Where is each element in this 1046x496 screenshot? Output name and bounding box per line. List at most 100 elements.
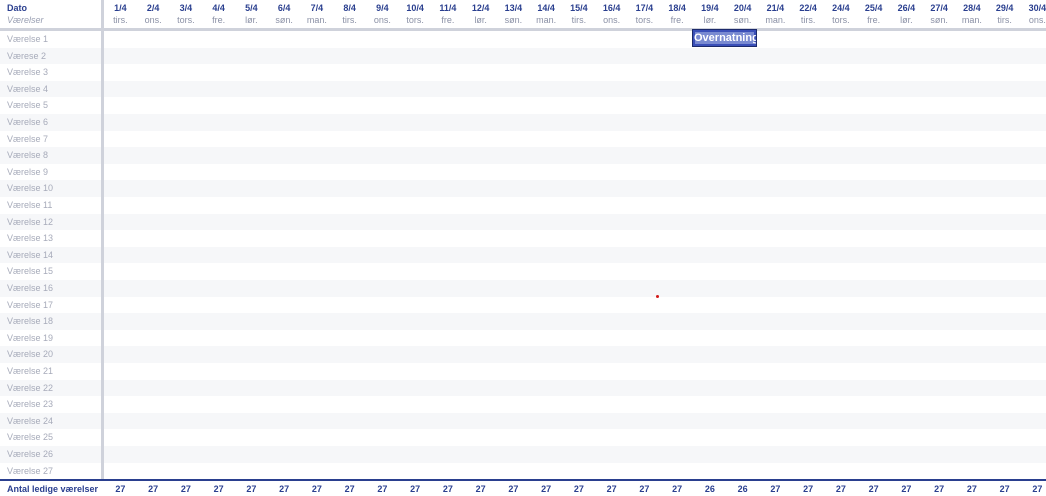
date-label: 2/4	[146, 3, 160, 13]
room-row[interactable]: Værelse 18	[0, 313, 1046, 330]
weekday-label: man.	[306, 15, 327, 25]
header-divider	[0, 28, 1046, 31]
room-row[interactable]: Værelse 23	[0, 396, 1046, 413]
room-label: Værelse 21	[7, 366, 54, 376]
date-column-header[interactable]: 30/4 ons.	[1021, 0, 1046, 28]
room-label: Værelse 22	[7, 382, 54, 393]
date-column-header[interactable]: 18/4 fre.	[661, 0, 694, 28]
room-row[interactable]: Værelse 21	[0, 363, 1046, 380]
room-row[interactable]: Værelse 17	[0, 297, 1046, 314]
cursor-dot	[656, 295, 659, 298]
room-row[interactable]: Værelse 20	[0, 346, 1046, 363]
room-row[interactable]: Værese 2	[0, 47, 1046, 65]
room-row[interactable]: Værelse 11	[0, 197, 1046, 214]
available-count: 27	[115, 484, 126, 494]
weekday-label: man.	[961, 15, 982, 25]
room-row[interactable]: Værelse 16	[0, 280, 1046, 297]
available-count: 27	[541, 484, 552, 494]
date-column-header[interactable]: 4/4 fre.	[202, 0, 235, 28]
room-row[interactable]: Værelse 6	[0, 114, 1046, 131]
room-row[interactable]: Værelse 1	[0, 31, 1046, 48]
room-row[interactable]: Værelse 10	[0, 180, 1046, 197]
room-row[interactable]: Værelse 26	[0, 446, 1046, 463]
date-column-header[interactable]: 24/4 tors.	[825, 0, 858, 28]
room-row[interactable]: Værelse 22	[0, 379, 1046, 397]
room-row[interactable]: Værelse 7	[0, 131, 1046, 148]
date-column-header[interactable]: 9/4 ons.	[366, 0, 399, 28]
available-count: 27	[868, 484, 879, 494]
room-row[interactable]: Værelse 4	[0, 80, 1046, 98]
room-row[interactable]: Værelse 9	[0, 164, 1046, 181]
room-row[interactable]: Værelse 25	[0, 429, 1046, 446]
room-row[interactable]: Værelse 19	[0, 330, 1046, 347]
date-column-header[interactable]: 19/4 lør.	[694, 0, 727, 28]
rooms-header-label: Værelser	[7, 15, 44, 25]
date-column-header[interactable]: 22/4 tirs.	[792, 0, 825, 28]
room-row[interactable]: Værelse 3	[0, 64, 1046, 81]
weekday-label: søn.	[275, 15, 293, 25]
available-count: 27	[377, 484, 388, 494]
room-label: Værelse 15	[7, 266, 54, 277]
room-row[interactable]: Værelse 8	[0, 147, 1046, 164]
date-column-header[interactable]: 29/4 tirs.	[988, 0, 1021, 28]
date-label: 13/4	[504, 3, 523, 13]
date-label: 12/4	[471, 3, 490, 13]
date-column-header[interactable]: 3/4 tors.	[170, 0, 203, 28]
weekday-label: man.	[765, 15, 786, 25]
room-label: Værelse 18	[7, 316, 54, 327]
room-label: Værelse 11	[7, 200, 53, 210]
date-column-header[interactable]: 15/4 tirs.	[563, 0, 596, 28]
date-column-header[interactable]: 5/4 lør.	[235, 0, 268, 28]
date-column-header[interactable]: 16/4 ons.	[595, 0, 628, 28]
booking-overnatning[interactable]: Overnatning	[692, 29, 757, 47]
date-header-label: Dato	[7, 3, 27, 13]
room-row[interactable]: Værelse 12	[0, 213, 1046, 231]
available-count: 27	[508, 484, 519, 494]
date-label: 6/4	[277, 3, 291, 13]
room-row[interactable]: Værelse 27	[0, 463, 1046, 480]
date-column-header[interactable]: 8/4 tirs.	[333, 0, 366, 28]
room-row[interactable]: Værelse 5	[0, 97, 1046, 114]
date-label: 5/4	[245, 3, 258, 13]
room-label: Værelse 1	[7, 34, 49, 44]
room-label: Værelse 20	[7, 349, 54, 360]
room-row[interactable]: Værelse 14	[0, 246, 1046, 264]
weekday-label: ons.	[603, 15, 621, 25]
date-column-header[interactable]: 20/4 søn.	[726, 0, 759, 28]
available-count: 27	[999, 484, 1010, 494]
room-row[interactable]: Værelse 15	[0, 263, 1046, 280]
available-count: 27	[966, 484, 977, 494]
date-column-header[interactable]: 2/4 ons.	[137, 0, 170, 28]
date-column-header[interactable]: 10/4 tors.	[399, 0, 432, 28]
weekday-label: ons.	[373, 15, 391, 25]
date-column-header[interactable]: 6/4 søn.	[268, 0, 301, 28]
date-label: 8/4	[343, 3, 356, 13]
available-count: 27	[901, 484, 912, 494]
date-column-header[interactable]: 25/4 fre.	[857, 0, 890, 28]
room-label: Værelse 16	[7, 283, 54, 293]
weekday-label: fre.	[670, 15, 684, 25]
date-column-header[interactable]: 1/4 tirs.	[104, 0, 137, 28]
available-count: 27	[344, 484, 355, 494]
date-column-header[interactable]: 28/4 man.	[956, 0, 989, 28]
room-label: Værelse 8	[7, 150, 49, 161]
weekday-label: søn.	[504, 15, 523, 25]
date-column-header[interactable]: 26/4 lør.	[890, 0, 923, 28]
room-label: Værelse 12	[7, 216, 54, 227]
date-column-header[interactable]: 21/4 man.	[759, 0, 792, 28]
date-column-header[interactable]: 27/4 søn.	[923, 0, 956, 28]
room-row[interactable]: Værelse 13	[0, 230, 1046, 247]
room-label: Værelse 6	[7, 117, 49, 127]
booking-label: Overnatning	[694, 32, 757, 44]
footer-divider	[0, 479, 1046, 481]
room-label: Værelse 27	[7, 465, 54, 476]
weekday-label: tirs.	[997, 15, 1012, 25]
room-label: Værelse 3	[7, 67, 49, 78]
date-column-header[interactable]: 14/4 man.	[530, 0, 563, 28]
date-column-header[interactable]: 13/4 søn.	[497, 0, 530, 28]
date-column-header[interactable]: 7/4 man.	[301, 0, 334, 28]
date-column-header[interactable]: 17/4 tors.	[628, 0, 661, 28]
room-row[interactable]: Værelse 24	[0, 412, 1046, 430]
date-column-header[interactable]: 11/4 fre.	[432, 0, 465, 28]
date-column-header[interactable]: 12/4 lør.	[464, 0, 497, 28]
